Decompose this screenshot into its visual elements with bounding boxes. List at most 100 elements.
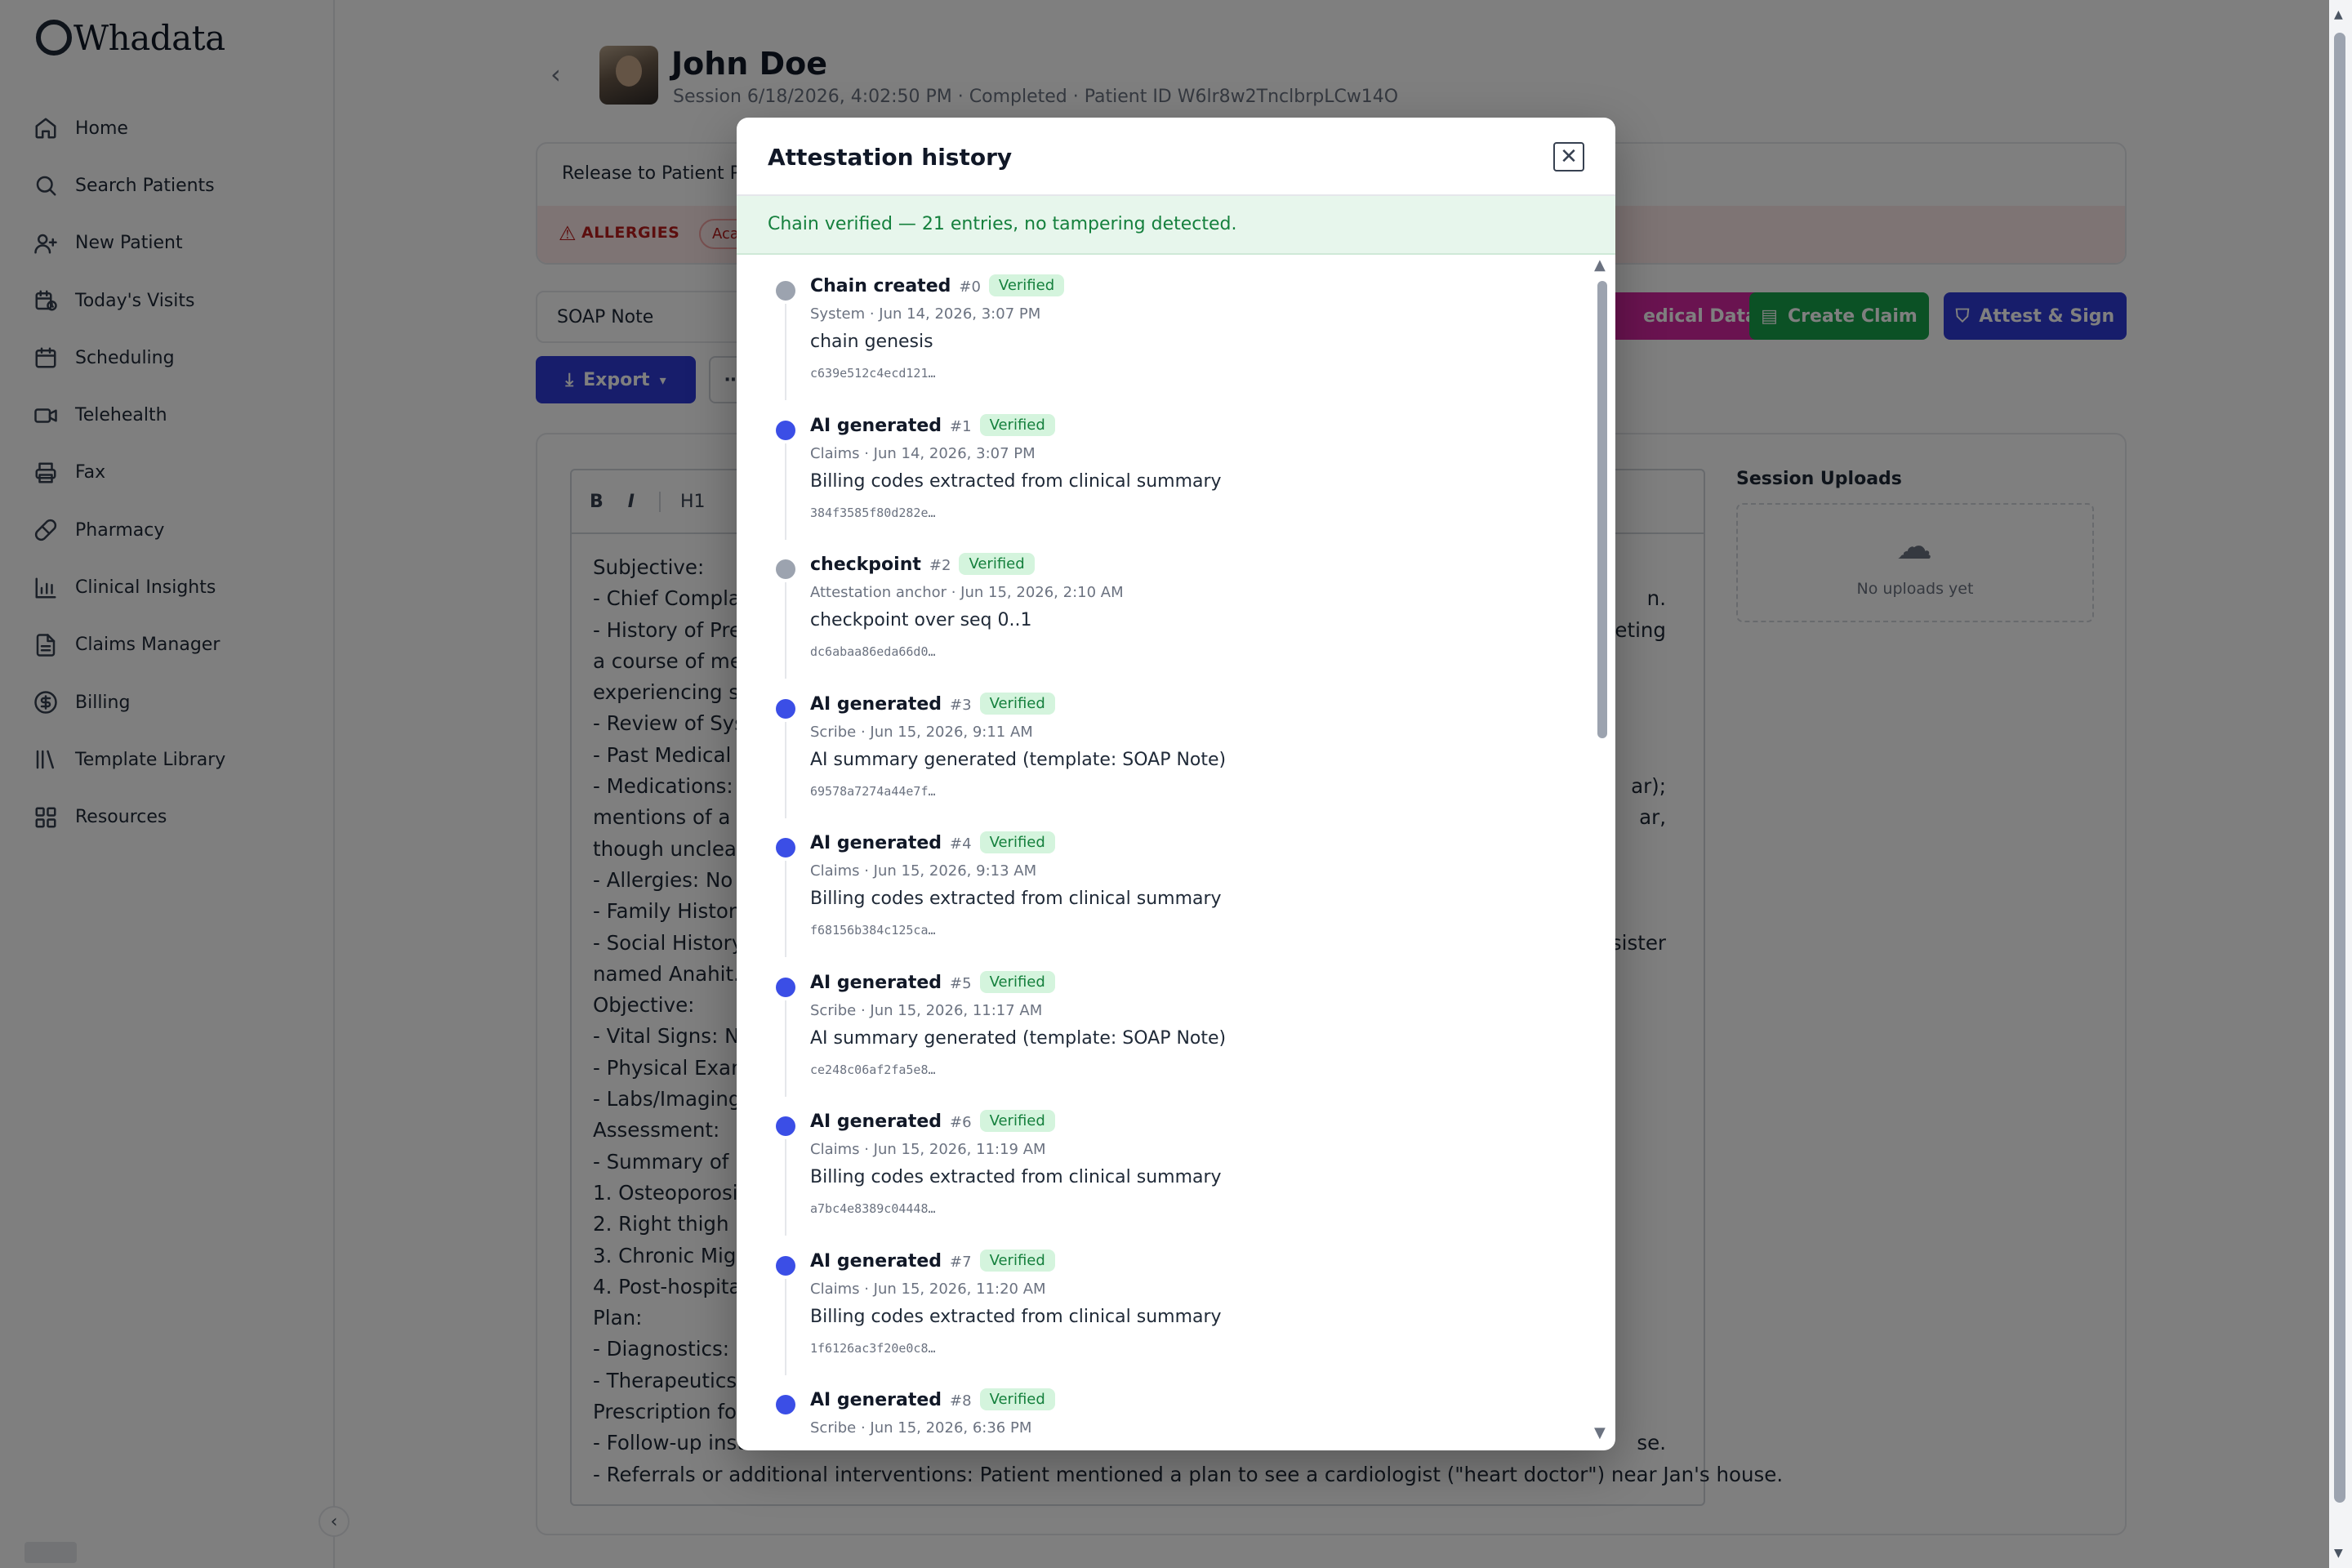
timeline-entry: AI generated #5 Verified Scribe · Jun 15, 2… <box>737 953 1586 1097</box>
entry-description: AI summary generated (template: SOAP Not… <box>810 1027 1227 1049</box>
entry-title-text: AI generated <box>810 972 942 993</box>
entry-seq: #7 <box>950 1253 972 1271</box>
timeline-dot <box>776 559 795 579</box>
timeline-entry: AI generated #3 Verified Scribe · Jun 15, 2… <box>737 675 1586 818</box>
entry-title: checkpoint #2 Verified <box>810 553 1035 575</box>
timeline-connector <box>785 443 786 540</box>
modal-title: Attestation history <box>768 144 1013 171</box>
entry-description: Billing codes extracted from clinical su… <box>810 889 1222 909</box>
entry-hash: 384f3585f80d282e… <box>810 505 936 520</box>
timeline-connector <box>785 721 786 818</box>
verified-badge: Verified <box>979 1249 1055 1272</box>
modal-scrollbar[interactable]: ▲ ▼ <box>1592 256 1612 1450</box>
verification-banner: Chain verified — 21 entries, no tamperin… <box>737 196 1615 255</box>
entry-title-text: checkpoint <box>810 555 921 575</box>
verified-badge: Verified <box>979 692 1055 715</box>
entry-title-text: AI generated <box>810 1111 942 1132</box>
verified-badge: Verified <box>979 1110 1055 1132</box>
close-icon: ✕ <box>1560 145 1578 169</box>
timeline-dot <box>776 1395 795 1414</box>
modal-header: Attestation history ✕ <box>737 118 1615 196</box>
entry-meta: Attestation anchor · Jun 15, 2026, 2:10 … <box>810 584 1124 601</box>
entry-title-text: AI generated <box>810 833 942 853</box>
timeline-dot <box>776 1255 795 1276</box>
entry-hash: c639e512c4ecd121… <box>810 366 936 381</box>
scroll-up-icon[interactable]: ▲ <box>1594 256 1606 274</box>
timeline-dot <box>776 281 795 301</box>
verified-badge: Verified <box>979 413 1055 436</box>
entry-meta: Claims · Jun 15, 2026, 11:20 AM <box>810 1280 1046 1298</box>
entry-meta: Scribe · Jun 15, 2026, 6:36 PM <box>810 1419 1032 1437</box>
entry-meta: Scribe · Jun 15, 2026, 9:11 AM <box>810 723 1033 741</box>
timeline-dot <box>776 420 795 440</box>
entry-title-text: AI generated <box>810 1390 942 1410</box>
entry-meta: Claims · Jun 15, 2026, 11:19 AM <box>810 1141 1046 1158</box>
entry-title-text: Chain created <box>810 276 951 296</box>
verified-badge: Verified <box>959 553 1035 575</box>
timeline-connector <box>785 1278 786 1375</box>
entry-title: AI generated #7 Verified <box>810 1249 1055 1272</box>
timeline-dot <box>776 698 795 719</box>
timeline-connector <box>785 861 786 957</box>
entry-seq: #3 <box>950 696 972 714</box>
modal-scroll-thumb[interactable] <box>1597 281 1607 738</box>
entry-hash: 1f6126ac3f20e0c8… <box>810 1340 936 1356</box>
entry-seq: #5 <box>950 974 972 992</box>
page-scrollbar[interactable]: ▲ ▼ <box>2329 0 2352 1568</box>
entry-seq: #4 <box>950 835 972 853</box>
attestation-history-modal: Attestation history ✕ Chain verified — 2… <box>737 118 1615 1450</box>
entry-description: Billing codes extracted from clinical su… <box>810 1167 1222 1187</box>
timeline-connector <box>785 1139 786 1236</box>
scroll-down-icon[interactable]: ▼ <box>1594 1424 1606 1441</box>
entry-title: AI generated #5 Verified <box>810 970 1055 993</box>
timeline-connector <box>785 304 786 400</box>
scroll-up-icon[interactable]: ▲ <box>2334 8 2343 21</box>
entry-meta: Claims · Jun 15, 2026, 9:13 AM <box>810 862 1037 880</box>
scroll-down-icon[interactable]: ▼ <box>2334 1547 2343 1560</box>
timeline-entry: checkpoint #2 Verified Attestation anchor ·… <box>737 535 1586 679</box>
timeline-entry: Chain created #0 Verified System · Jun 14, … <box>737 256 1586 400</box>
entry-hash: dc6abaa86eda66d0… <box>810 644 936 659</box>
entry-description: checkpoint over seq 0..1 <box>810 610 1032 630</box>
timeline-dot <box>776 977 795 997</box>
entry-description: chain genesis <box>810 332 933 352</box>
entry-description: Billing codes extracted from clinical su… <box>810 470 1222 492</box>
timeline-dot <box>776 838 795 858</box>
entry-seq: #1 <box>950 417 972 435</box>
entry-title: Chain created #0 Verified <box>810 274 1065 296</box>
entry-title-text: AI generated <box>810 693 942 715</box>
entry-hash: ce248c06af2fa5e8… <box>810 1062 936 1077</box>
verification-text: Chain verified — 21 entries, no tamperin… <box>768 214 1237 234</box>
entry-title: AI generated #1 Verified <box>810 413 1055 436</box>
attestation-timeline: Chain created #0 Verified System · Jun 14, … <box>737 256 1586 1449</box>
entry-title: AI generated #4 Verified <box>810 831 1055 853</box>
entry-seq: #2 <box>929 557 951 574</box>
timeline-entry: AI generated #4 Verified Claims · Jun 15, 2… <box>737 813 1586 957</box>
entry-title: AI generated #8 Verified <box>810 1388 1055 1410</box>
timeline-entry: AI generated #1 Verified Claims · Jun 14, 2… <box>737 396 1586 540</box>
timeline-dot <box>776 1116 795 1136</box>
verified-badge: Verified <box>979 970 1055 993</box>
entry-hash: f68156b384c125ca… <box>810 923 936 938</box>
entry-seq: #8 <box>950 1392 972 1410</box>
entry-seq: #0 <box>959 278 981 296</box>
entry-description: AI summary generated (template: SOAP Not… <box>810 749 1227 770</box>
close-button[interactable]: ✕ <box>1553 142 1584 172</box>
page-scroll-thumb[interactable] <box>2334 33 2345 1503</box>
entry-title: AI generated #3 Verified <box>810 692 1055 715</box>
timeline-entry: AI generated #6 Verified Claims · Jun 15, 2… <box>737 1092 1586 1236</box>
entry-title: AI generated #6 Verified <box>810 1110 1055 1132</box>
entry-hash: a7bc4e8389c04448… <box>810 1201 936 1216</box>
timeline-connector <box>785 582 786 679</box>
entry-title-text: AI generated <box>810 1250 942 1272</box>
entry-title-text: AI generated <box>810 415 942 436</box>
verified-badge: Verified <box>988 274 1065 296</box>
entry-meta: Claims · Jun 14, 2026, 3:07 PM <box>810 444 1036 462</box>
entry-description: Billing codes extracted from clinical su… <box>810 1306 1222 1327</box>
timeline-connector <box>785 1000 786 1097</box>
entry-meta: Scribe · Jun 15, 2026, 11:17 AM <box>810 1001 1043 1019</box>
entry-hash: 69578a7274a44e7f… <box>810 783 936 799</box>
verified-badge: Verified <box>979 1388 1055 1410</box>
entry-meta: System · Jun 14, 2026, 3:07 PM <box>810 305 1041 323</box>
verified-badge: Verified <box>979 831 1055 853</box>
